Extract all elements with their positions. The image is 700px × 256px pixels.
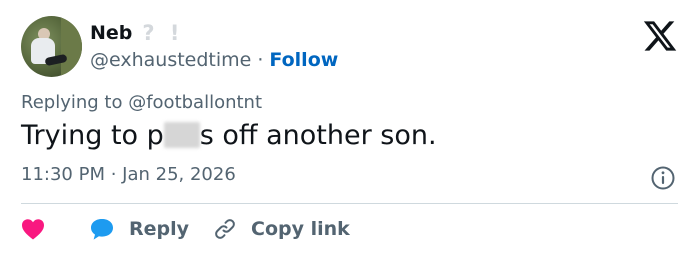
action-bar: Reply Copy link	[21, 214, 350, 244]
copy-link-label: Copy link	[251, 218, 350, 240]
avatar[interactable]	[21, 16, 82, 77]
handle-separator: ·	[257, 49, 264, 71]
heart-icon	[22, 219, 44, 240]
divider	[21, 203, 678, 204]
copy-link-button[interactable]: Copy link	[213, 217, 350, 241]
author-handle-row: @exhaustedtime · Follow	[90, 47, 338, 73]
author-name-extra: ? !	[142, 21, 184, 45]
reply-bubble-icon	[91, 219, 113, 240]
author-name-row: Neb ? !	[90, 20, 183, 46]
tweet-text-before: Trying to p	[21, 120, 164, 151]
reply-button[interactable]: Reply	[89, 217, 213, 241]
reply-label: Reply	[129, 218, 190, 240]
tweet-card: Neb ? ! @exhaustedtime · Follow Replying…	[0, 0, 700, 256]
author-handle[interactable]: @exhaustedtime	[90, 49, 251, 71]
info-icon[interactable]	[650, 165, 676, 191]
tweet-text-after: s off another son.	[199, 120, 437, 151]
author-display-name[interactable]: Neb	[90, 22, 132, 44]
tweet-timestamp[interactable]: 11:30 PM · Jan 25, 2026	[21, 164, 236, 185]
x-logo-icon[interactable]	[642, 18, 678, 54]
avatar-tree	[61, 16, 82, 77]
replying-to-label[interactable]: Replying to @footballontnt	[21, 92, 262, 113]
tweet-text: Trying to p s off another son.	[21, 120, 437, 151]
link-icon	[215, 219, 235, 239]
like-button[interactable]	[21, 218, 89, 240]
censored-blur	[163, 122, 200, 148]
follow-button[interactable]: Follow	[269, 49, 338, 71]
